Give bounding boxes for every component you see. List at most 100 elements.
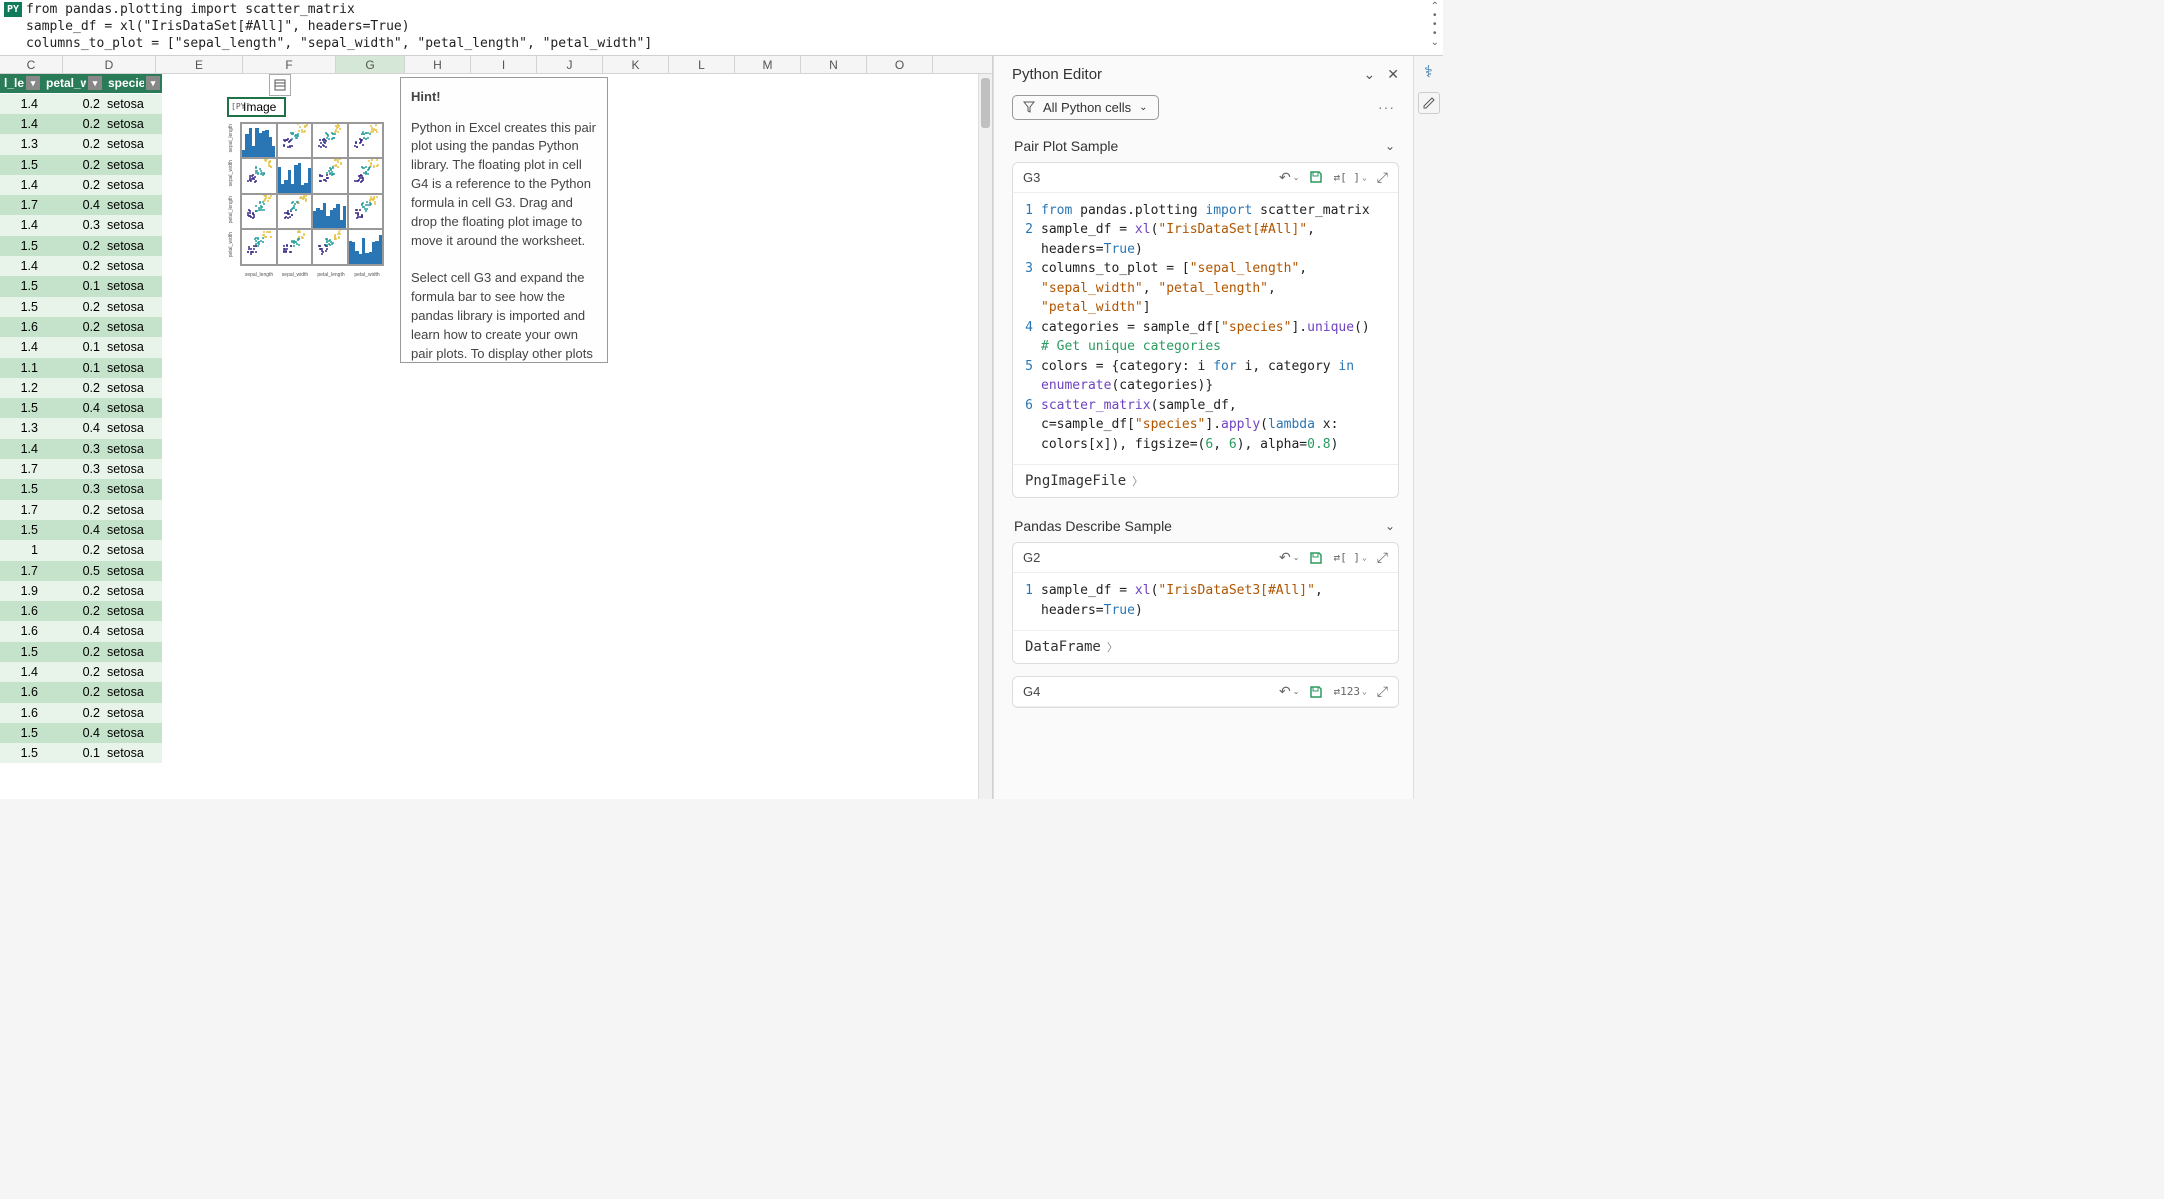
python-badge: PY <box>4 2 22 17</box>
collapse-icon[interactable]: ⌄ <box>1364 66 1376 83</box>
plot-ylabel: petal_width <box>228 232 234 257</box>
code-editor[interactable]: 1from pandas.plotting import scatter_mat… <box>1013 193 1398 465</box>
table-row[interactable]: 1.60.2setosa <box>0 682 162 702</box>
output-footer[interactable]: DataFrame〉 <box>1013 630 1398 663</box>
funnel-icon <box>1023 101 1035 113</box>
code-card: G3 ↶⌄ ⇄[ ]⌄ ⤢ 1from pandas.plotting import s… <box>1012 162 1399 499</box>
editor-title: Python Editor <box>1012 66 1102 83</box>
table-row[interactable]: 1.50.1setosa <box>0 743 162 763</box>
table-row[interactable]: 1.50.4setosa <box>0 398 162 418</box>
column-header-J[interactable]: J <box>537 56 603 73</box>
table-row[interactable]: 1.50.4setosa <box>0 520 162 540</box>
table-row[interactable]: 1.30.2setosa <box>0 134 162 154</box>
table-row[interactable]: 1.40.2setosa <box>0 175 162 195</box>
hint-box: Hint! Python in Excel creates this pair … <box>400 77 608 363</box>
python-logo-icon[interactable]: ⚕ <box>1424 62 1433 82</box>
column-header-G[interactable]: G <box>336 56 405 73</box>
undo-icon[interactable]: ↶⌄ <box>1279 549 1299 566</box>
table-row[interactable]: 1.40.2setosa <box>0 114 162 134</box>
python-editor-pane: Python Editor ⌄ ✕ All Python cells ⌄ ···… <box>993 56 1413 799</box>
code-card: G2 ↶⌄ ⇄[ ]⌄ ⤢ 1sample_df = xl("IrisDataSet3[… <box>1012 542 1399 664</box>
table-header-l_lengt[interactable]: l_lengt▾ <box>0 74 42 93</box>
chevron-down-icon: ⌄ <box>1385 519 1395 533</box>
table-row[interactable]: 1.50.2setosa <box>0 155 162 175</box>
column-header-L[interactable]: L <box>669 56 735 73</box>
expand-icon[interactable]: ⤢ <box>1377 169 1388 186</box>
more-options-icon[interactable]: ··· <box>1378 99 1399 115</box>
vertical-scrollbar[interactable] <box>978 74 992 799</box>
hint-paragraph-2: Select cell G3 and expand the formula ba… <box>411 269 597 362</box>
table-row[interactable]: 1.70.5setosa <box>0 561 162 581</box>
table-row[interactable]: 1.60.2setosa <box>0 317 162 337</box>
insert-data-icon[interactable] <box>269 74 291 96</box>
expand-icon[interactable]: ⤢ <box>1377 683 1388 700</box>
table-row[interactable]: 1.90.2setosa <box>0 581 162 601</box>
column-header-O[interactable]: O <box>867 56 933 73</box>
formula-text[interactable]: from pandas.plotting import scatter_matr… <box>26 2 1439 53</box>
cell-filter-dropdown[interactable]: All Python cells ⌄ <box>1012 95 1159 120</box>
table-row[interactable]: 1.40.1setosa <box>0 337 162 357</box>
iris-data-table[interactable]: l_lengt▾petal_width▾species▾ 1.40.2setos… <box>0 74 162 764</box>
table-row[interactable]: 1.70.4setosa <box>0 195 162 215</box>
expand-icon[interactable]: ⤢ <box>1377 549 1388 566</box>
table-header-species[interactable]: species▾ <box>104 74 162 93</box>
column-header-K[interactable]: K <box>603 56 669 73</box>
plot-xlabel: sepal_width <box>278 272 312 278</box>
save-icon[interactable] <box>1309 551 1323 565</box>
column-header-N[interactable]: N <box>801 56 867 73</box>
column-header-M[interactable]: M <box>735 56 801 73</box>
table-row[interactable]: 10.2setosa <box>0 540 162 560</box>
table-row[interactable]: 1.60.2setosa <box>0 601 162 621</box>
formula-bar[interactable]: PY from pandas.plotting import scatter_m… <box>0 0 1443 56</box>
table-row[interactable]: 1.50.2setosa <box>0 297 162 317</box>
hint-paragraph-1: Python in Excel creates this pair plot u… <box>411 119 597 251</box>
save-icon[interactable] <box>1309 685 1323 699</box>
pair-plot-image[interactable]: sepal_lengthsepal_lengthsepal_widthsepal… <box>228 120 386 278</box>
cell-reference: G3 <box>1023 170 1040 185</box>
spreadsheet-grid[interactable]: CDEFGHIJKLMNO l_lengt▾petal_width▾specie… <box>0 56 993 799</box>
filter-dropdown-icon[interactable]: ▾ <box>146 76 160 90</box>
table-row[interactable]: 1.60.2setosa <box>0 703 162 723</box>
table-header-petal_width[interactable]: petal_width▾ <box>42 74 104 93</box>
table-row[interactable]: 1.10.1setosa <box>0 358 162 378</box>
cell-reference: G2 <box>1023 550 1040 565</box>
code-editor[interactable]: 1sample_df = xl("IrisDataSet3[#All]", he… <box>1013 573 1398 630</box>
table-row[interactable]: 1.40.2setosa <box>0 94 162 114</box>
undo-icon[interactable]: ↶⌄ <box>1279 683 1299 700</box>
table-row[interactable]: 1.40.3setosa <box>0 439 162 459</box>
column-header-F[interactable]: F <box>243 56 336 73</box>
table-row[interactable]: 1.50.4setosa <box>0 723 162 743</box>
python-edit-icon[interactable] <box>1418 92 1440 114</box>
undo-icon[interactable]: ↶⌄ <box>1279 169 1299 186</box>
output-type-icon[interactable]: ⇄[ ]⌄ <box>1333 171 1366 184</box>
column-header-C[interactable]: C <box>0 56 63 73</box>
table-row[interactable]: 1.40.2setosa <box>0 256 162 276</box>
close-icon[interactable]: ✕ <box>1387 66 1399 83</box>
table-row[interactable]: 1.70.2setosa <box>0 500 162 520</box>
output-footer[interactable]: PngImageFile〉 <box>1013 464 1398 497</box>
output-type-icon[interactable]: ⇄123⌄ <box>1333 685 1366 698</box>
column-header-I[interactable]: I <box>471 56 537 73</box>
save-icon[interactable] <box>1309 170 1323 184</box>
column-header-D[interactable]: D <box>63 56 156 73</box>
table-row[interactable]: 1.50.2setosa <box>0 642 162 662</box>
section-header[interactable]: Pair Plot Sample⌄ <box>1002 130 1409 162</box>
filter-dropdown-icon[interactable]: ▾ <box>88 76 102 90</box>
table-row[interactable]: 1.40.2setosa <box>0 662 162 682</box>
table-row[interactable]: 1.40.3setosa <box>0 215 162 235</box>
table-row[interactable]: 1.50.2setosa <box>0 236 162 256</box>
table-row[interactable]: 1.70.3setosa <box>0 459 162 479</box>
python-image-cell[interactable]: Image <box>227 97 286 117</box>
section-header[interactable]: Pandas Describe Sample⌄ <box>1002 510 1409 542</box>
table-row[interactable]: 1.20.2setosa <box>0 378 162 398</box>
column-header-E[interactable]: E <box>156 56 243 73</box>
table-row[interactable]: 1.50.3setosa <box>0 479 162 499</box>
table-row[interactable]: 1.60.4setosa <box>0 621 162 641</box>
output-type-icon[interactable]: ⇄[ ]⌄ <box>1333 551 1366 564</box>
filter-dropdown-icon[interactable]: ▾ <box>26 76 40 90</box>
column-header-H[interactable]: H <box>405 56 471 73</box>
formula-expand-icon[interactable]: ⌃•••⌄ <box>1431 2 1439 47</box>
table-row[interactable]: 1.50.1setosa <box>0 276 162 296</box>
table-row[interactable]: 1.30.4setosa <box>0 418 162 438</box>
plot-xlabel: petal_width <box>350 272 384 278</box>
